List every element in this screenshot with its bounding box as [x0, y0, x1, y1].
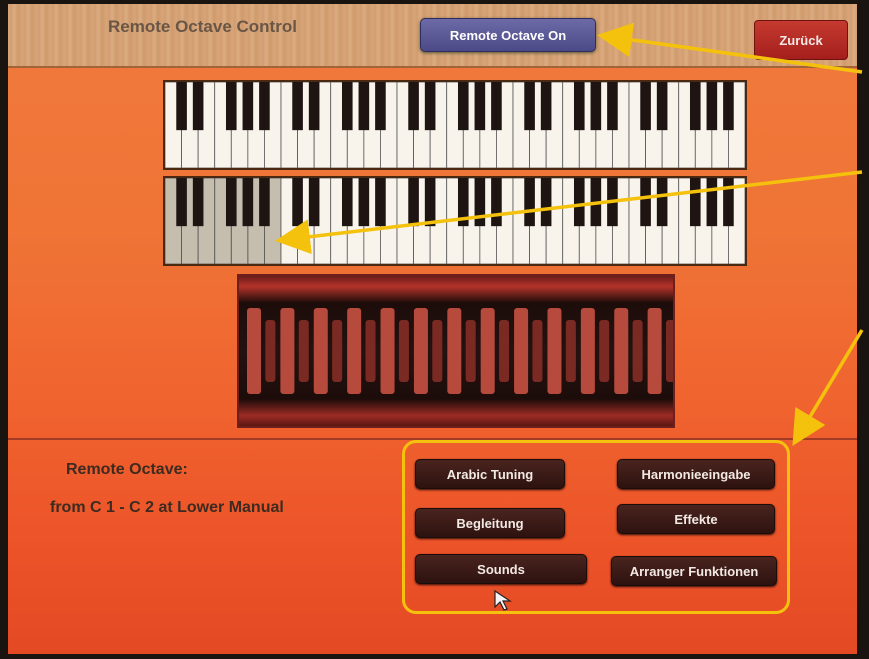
black-key[interactable] [176, 178, 187, 227]
pedal-sharp-key[interactable] [265, 320, 276, 382]
black-key[interactable] [375, 178, 386, 227]
black-key[interactable] [573, 178, 585, 227]
black-key[interactable] [292, 178, 303, 227]
pedal-sharp-key[interactable] [332, 320, 343, 382]
black-key[interactable] [474, 178, 486, 227]
begleitung-button[interactable]: Begleitung [415, 508, 565, 538]
black-key[interactable] [308, 178, 320, 227]
pedal-sharp-key[interactable] [632, 320, 643, 382]
black-key[interactable] [491, 178, 502, 227]
black-key[interactable] [607, 178, 618, 227]
black-key[interactable] [457, 82, 469, 131]
remote-octave-label: Remote Octave: [66, 461, 188, 478]
black-key[interactable] [590, 82, 602, 131]
black-key[interactable] [358, 82, 370, 131]
mouse-cursor-icon [494, 589, 512, 611]
black-key[interactable] [192, 178, 204, 227]
pedal-sharp-key[interactable] [499, 320, 510, 382]
black-key[interactable] [308, 82, 320, 131]
lower-manual-keys[interactable] [165, 178, 745, 264]
pedalboard[interactable] [237, 274, 676, 428]
pedal-sharp-key[interactable] [465, 320, 476, 382]
black-key[interactable] [192, 82, 204, 131]
pedal-key[interactable] [480, 308, 495, 394]
pedal-sharp-key[interactable] [398, 320, 409, 382]
header-bar: Remote Octave Control Remote Octave On Z… [8, 4, 857, 68]
pedal-key[interactable] [413, 308, 428, 394]
upper-manual-keyboard[interactable] [163, 80, 747, 170]
black-key[interactable] [689, 178, 701, 227]
black-key[interactable] [474, 82, 486, 131]
black-key[interactable] [242, 82, 254, 131]
black-key[interactable] [524, 178, 535, 227]
black-key[interactable] [524, 82, 535, 131]
pedal-key[interactable] [247, 308, 262, 394]
pedal-sharp-key[interactable] [298, 320, 309, 382]
arranger-funktionen-button[interactable]: Arranger Funktionen [611, 556, 777, 586]
black-key[interactable] [176, 82, 187, 131]
black-key[interactable] [292, 82, 303, 131]
pedal-key[interactable] [347, 308, 362, 394]
pedal-key[interactable] [313, 308, 328, 394]
black-key[interactable] [259, 82, 270, 131]
black-key[interactable] [424, 82, 436, 131]
page-title: Remote Octave Control [108, 17, 297, 36]
black-key[interactable] [706, 82, 718, 131]
black-key[interactable] [723, 82, 734, 131]
pedal-key[interactable] [647, 308, 662, 394]
black-key[interactable] [706, 178, 718, 227]
black-key[interactable] [424, 178, 436, 227]
black-key[interactable] [640, 82, 651, 131]
black-key[interactable] [590, 178, 602, 227]
pedal-key[interactable] [514, 308, 529, 394]
pedal-sharp-key[interactable] [365, 320, 376, 382]
pedal-key[interactable] [380, 308, 395, 394]
black-key[interactable] [341, 82, 353, 131]
pedal-sharp-key[interactable] [432, 320, 443, 382]
remote-octave-range: from C 1 - C 2 at Lower Manual [50, 499, 284, 516]
black-key[interactable] [225, 82, 237, 131]
black-key[interactable] [341, 178, 353, 227]
remote-octave-on-button[interactable]: Remote Octave On [420, 18, 596, 52]
pedal-sharp-key[interactable] [565, 320, 576, 382]
black-key[interactable] [540, 178, 552, 227]
pedal-key[interactable] [614, 308, 629, 394]
black-key[interactable] [573, 82, 585, 131]
harmonieeingabe-button[interactable]: Harmonieeingabe [617, 459, 775, 489]
black-key[interactable] [457, 178, 469, 227]
effekte-button[interactable]: Effekte [617, 504, 775, 534]
arabic-tuning-button[interactable]: Arabic Tuning [415, 459, 565, 489]
organ-screen: Remote Octave Control Remote Octave On Z… [8, 4, 857, 654]
black-key[interactable] [607, 82, 618, 131]
black-key[interactable] [491, 82, 502, 131]
pedal-keys[interactable] [239, 276, 676, 426]
pedal-sharp-key[interactable] [532, 320, 543, 382]
black-key[interactable] [358, 178, 370, 227]
black-key[interactable] [225, 178, 237, 227]
function-button-group: Arabic Tuning Harmonieeingabe Begleitung… [402, 440, 790, 614]
black-key[interactable] [408, 82, 419, 131]
black-key[interactable] [375, 82, 386, 131]
black-key[interactable] [259, 178, 270, 227]
back-button[interactable]: Zurück [754, 20, 848, 60]
sounds-button[interactable]: Sounds [415, 554, 587, 584]
black-key[interactable] [656, 82, 668, 131]
black-key[interactable] [723, 178, 734, 227]
pedal-key[interactable] [280, 308, 295, 394]
pedal-key[interactable] [547, 308, 562, 394]
black-key[interactable] [408, 178, 419, 227]
pedal-sharp-key[interactable] [665, 320, 676, 382]
black-key[interactable] [656, 178, 668, 227]
lower-manual-keyboard[interactable] [163, 176, 747, 266]
black-key[interactable] [242, 178, 254, 227]
pedal-key[interactable] [447, 308, 462, 394]
pedal-sharp-key[interactable] [599, 320, 610, 382]
black-key[interactable] [540, 82, 552, 131]
black-key[interactable] [689, 82, 701, 131]
black-key[interactable] [640, 178, 651, 227]
upper-manual-keys[interactable] [165, 82, 745, 168]
pedal-key[interactable] [580, 308, 595, 394]
